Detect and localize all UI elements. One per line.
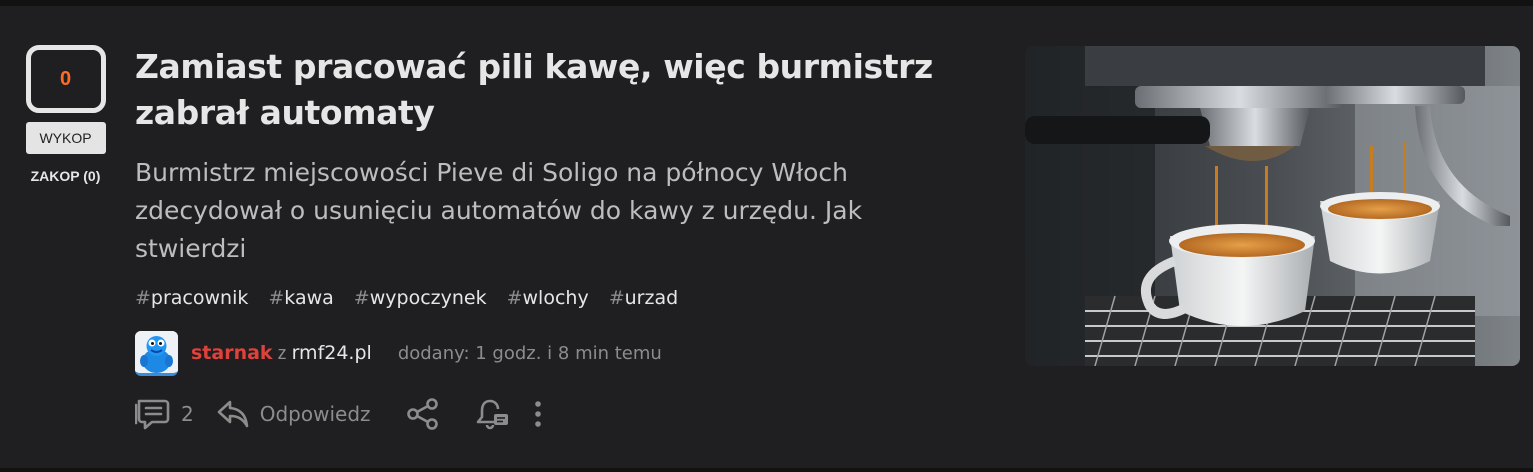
- tag-urzad[interactable]: #urzad: [609, 287, 678, 309]
- reply-label: Odpowiedz: [259, 402, 371, 426]
- avatar[interactable]: [135, 330, 178, 376]
- post-content: Zamiast pracować pili kawę, więc burmist…: [135, 44, 995, 377]
- share-button[interactable]: [405, 397, 441, 431]
- tag-wypoczynek[interactable]: #wypoczynek: [354, 287, 487, 309]
- source-link[interactable]: rmf24.pl: [292, 342, 372, 364]
- author-link[interactable]: starnak: [191, 342, 273, 364]
- action-bar: 2 Odpowiedz: [135, 391, 545, 437]
- zakop-button[interactable]: ZAKOP (0): [31, 168, 101, 184]
- added-time: dodany: 1 godz. i 8 min temu: [397, 342, 662, 364]
- tag-pracownik[interactable]: #pracownik: [135, 287, 248, 309]
- from-label: z: [277, 342, 287, 363]
- share-icon: [405, 397, 441, 431]
- post-thumbnail[interactable]: [1025, 46, 1520, 366]
- more-vertical-icon: [531, 399, 545, 429]
- post-title[interactable]: Zamiast pracować pili kawę, więc burmist…: [135, 44, 995, 136]
- reply-button[interactable]: Odpowiedz: [216, 398, 371, 430]
- more-button[interactable]: [531, 399, 545, 429]
- post-meta: starnak z rmf24.pl dodany: 1 godz. i 8 m…: [135, 329, 995, 377]
- reply-icon: [216, 398, 250, 430]
- bell-icon: [475, 397, 511, 431]
- wykop-button[interactable]: WYKOP: [25, 122, 106, 154]
- notify-button[interactable]: [475, 397, 511, 431]
- comments-count: 2: [181, 402, 194, 426]
- vote-box: 0 WYKOP ZAKOP (0): [25, 45, 106, 184]
- post-description[interactable]: Burmistrz miejscowości Pieve di Soligo n…: [135, 154, 925, 268]
- tag-list: #pracownik #kawa #wypoczynek #wlochy #ur…: [135, 287, 995, 309]
- tag-wlochy[interactable]: #wlochy: [507, 287, 589, 309]
- comments-button[interactable]: 2: [135, 397, 194, 431]
- tag-kawa[interactable]: #kawa: [268, 287, 333, 309]
- link-card: 0 WYKOP ZAKOP (0) Zamiast pracować pili …: [0, 6, 1533, 468]
- vote-count: 0: [25, 45, 106, 113]
- comments-icon: [135, 397, 173, 431]
